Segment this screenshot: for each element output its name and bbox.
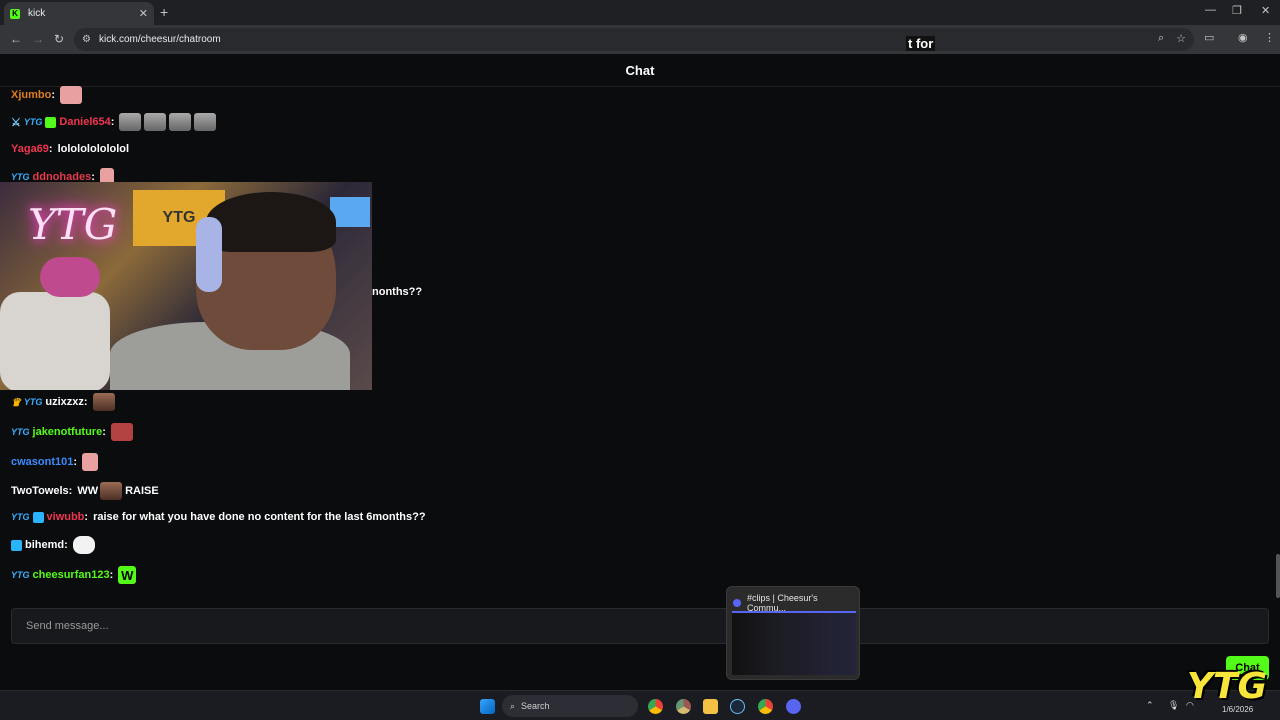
neon-sign: YTG <box>28 200 118 249</box>
emote: W <box>118 566 137 584</box>
chat-username[interactable]: Daniel654 <box>59 116 110 128</box>
kick-favicon-icon: K <box>10 8 20 19</box>
chat-message: cwasont101: <box>11 453 101 471</box>
bookmark-star-icon[interactable]: ☆ <box>1176 32 1186 45</box>
chat-header: Chat <box>0 54 1280 87</box>
emote <box>92 393 115 411</box>
chat-username[interactable]: bihemd <box>25 539 64 551</box>
chat-message: TwoTowels: WW RAISE <box>11 482 159 500</box>
browser-tab[interactable]: K kick ✕ <box>4 2 154 25</box>
emote <box>119 113 142 131</box>
chat-username[interactable]: TwoTowels <box>11 485 69 497</box>
chat-username[interactable]: cwasont101 <box>11 456 73 468</box>
emote <box>110 423 133 441</box>
emote <box>82 453 99 471</box>
tray-chevron-icon[interactable]: ⌃ <box>1146 700 1154 711</box>
maximize-icon[interactable]: ❐ <box>1232 4 1242 17</box>
message-text: RAISE <box>125 485 159 497</box>
background-screen <box>330 197 370 227</box>
chrome-icon[interactable] <box>648 699 663 714</box>
site-info-icon[interactable]: ⚙ <box>82 34 91 45</box>
address-bar-row: ← → ↻ ⚙ kick.com/cheesur/chatroom ⌕ ☆ ▭ … <box>0 25 1280 54</box>
profile-icon[interactable]: ◉ <box>1238 31 1248 44</box>
steam-icon[interactable] <box>730 699 745 714</box>
chat-message: ⚔ YTG Daniel654: <box>11 113 219 131</box>
chat-scrollbar[interactable] <box>1276 554 1280 598</box>
windows-start-icon[interactable] <box>480 699 495 714</box>
webcam-overlay: YTG YTG <box>0 182 372 390</box>
sidebar-icon[interactable]: ▭ <box>1204 31 1214 44</box>
file-explorer-icon[interactable] <box>703 699 718 714</box>
address-bar[interactable]: ⚙ kick.com/cheesur/chatroom ⌕ ☆ <box>74 28 1194 51</box>
ytg-badge-icon: YTG <box>11 570 30 580</box>
emote <box>194 113 217 131</box>
emote <box>72 536 95 554</box>
emote <box>100 482 123 500</box>
close-window-icon[interactable]: ✕ <box>1261 4 1270 17</box>
chat-username[interactable]: jakenotfuture <box>33 426 103 438</box>
chat-username[interactable]: viwubb <box>47 511 85 523</box>
emote <box>169 113 192 131</box>
subscriber-badge-icon <box>32 511 44 523</box>
forward-icon[interactable]: → <box>32 32 44 46</box>
chrome-profile-icon[interactable] <box>676 699 691 714</box>
ytg-badge-icon: YTG <box>11 427 30 437</box>
close-tab-icon[interactable]: ✕ <box>139 7 148 20</box>
headset <box>196 217 222 292</box>
ytg-badge-icon: YTG <box>11 172 30 182</box>
back-icon[interactable]: ← <box>10 32 22 46</box>
ytg-badge-icon: YTG <box>23 117 43 127</box>
background-object <box>40 257 100 297</box>
discord-icon[interactable] <box>786 699 801 714</box>
chat-username[interactable]: Xjumbo <box>11 89 51 101</box>
chat-message: YTG jakenotfuture: <box>11 423 136 441</box>
chat-message: bihemd: <box>11 536 98 554</box>
taskbar-search[interactable]: ⌕ Search <box>502 695 638 717</box>
chat-title: Chat <box>625 62 655 78</box>
background-object <box>0 292 110 390</box>
streamer-hair <box>206 192 336 252</box>
search-icon: ⌕ <box>510 700 516 711</box>
chat-message: YTG cheesurfan123: W <box>11 566 139 584</box>
chat-username[interactable]: cheesurfan123 <box>33 569 110 581</box>
chat-message: Xjumbo: <box>11 86 85 104</box>
ytg-watermark-logo: YTG <box>1186 665 1268 707</box>
chrome-active-icon[interactable] <box>758 699 773 714</box>
chat-message: YTG viwubb: raise for what you have done… <box>11 511 426 523</box>
message-text: raise for what you have done no content … <box>93 511 426 523</box>
chat-username[interactable]: Yaga69 <box>11 143 49 155</box>
taskbar-window-preview[interactable]: #clips | Cheesur's Commu... <box>726 586 860 680</box>
taskbar: ⌕ Search ⌃ 🎙 ◠ <box>0 690 1280 720</box>
url-text: kick.com/cheesur/chatroom <box>98 34 221 45</box>
chat-message: ♛ YTG uzixzxz: <box>11 393 118 411</box>
emote <box>144 113 167 131</box>
reload-icon[interactable]: ↻ <box>54 32 64 46</box>
sword-badge-icon: ⚔ <box>11 116 21 129</box>
subscriber-badge-icon <box>11 539 22 551</box>
preview-thumbnail[interactable] <box>732 611 856 675</box>
menu-icon[interactable]: ⋮ <box>1264 31 1275 44</box>
ytg-badge-icon: YTG <box>23 397 43 407</box>
chat-message: Yaga69: lololololololol <box>11 143 130 155</box>
ytg-badge-icon: YTG <box>11 512 30 522</box>
crown-badge-icon: ♛ <box>11 396 21 409</box>
message-text: lololololololol <box>57 143 130 155</box>
message-input-container <box>11 608 1269 644</box>
chat-username[interactable]: uzixzxz <box>45 396 84 408</box>
new-tab-button[interactable]: + <box>160 4 168 20</box>
tab-title: kick <box>28 8 46 19</box>
microphone-icon[interactable]: 🎙 <box>1168 700 1179 711</box>
message-input[interactable] <box>26 620 726 632</box>
zoom-icon[interactable]: ⌕ <box>1158 32 1164 45</box>
discord-icon <box>733 599 741 607</box>
overlay-caption: t for <box>906 36 936 51</box>
preview-title: #clips | Cheesur's Commu... <box>747 593 818 613</box>
subscriber-badge-icon <box>45 116 57 128</box>
message-text: WW <box>77 485 99 497</box>
search-label: Search <box>521 701 550 711</box>
minimize-icon[interactable]: — <box>1205 4 1216 16</box>
browser-tab-bar: K kick ✕ + — ❐ ✕ <box>0 0 1280 25</box>
message-text-partial: nonths?? <box>372 286 423 298</box>
emote <box>60 86 83 104</box>
